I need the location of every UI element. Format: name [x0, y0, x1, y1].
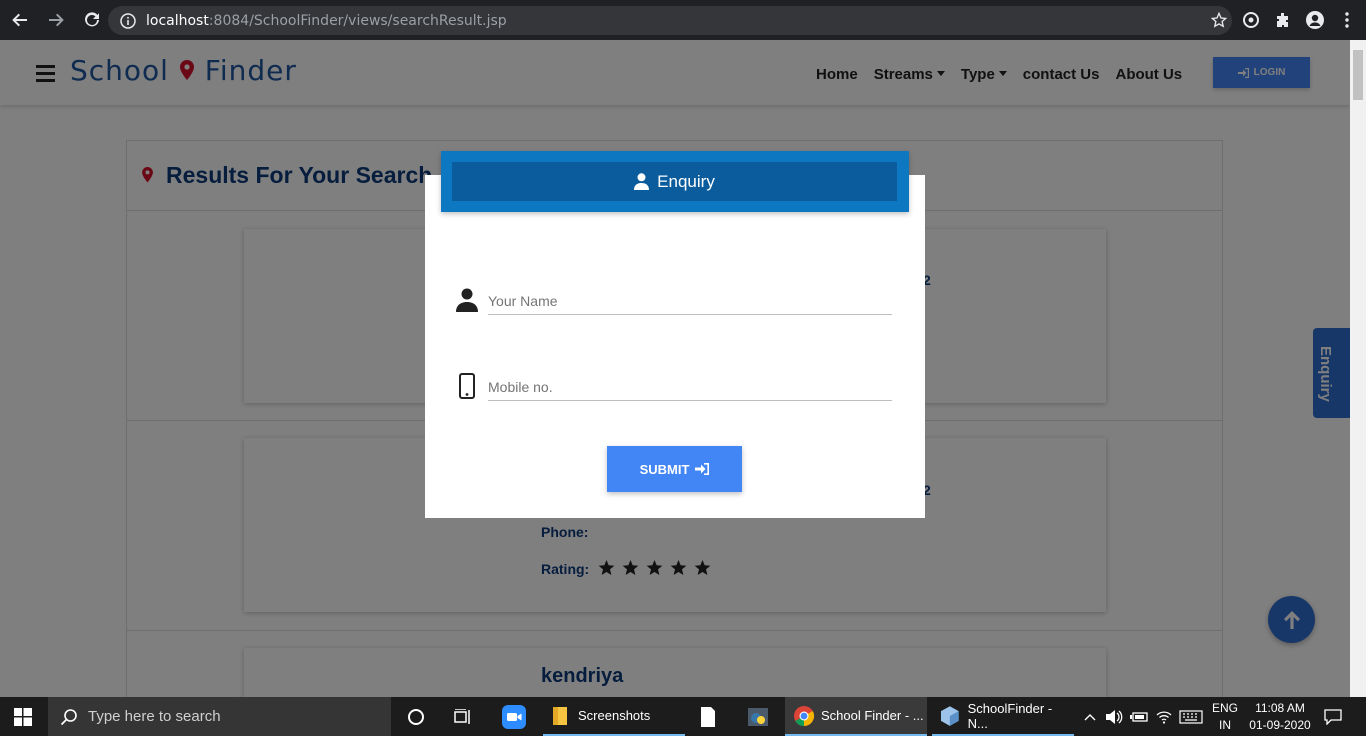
volume-icon[interactable]: [1105, 697, 1123, 736]
page-scrollbar[interactable]: [1350, 40, 1366, 697]
modal-title: Enquiry: [657, 171, 715, 191]
sign-in-icon: [695, 463, 710, 475]
clock-time: 11:08 AM: [1255, 700, 1305, 715]
submit-button[interactable]: SUBMIT: [607, 446, 742, 492]
page-viewport: School Finder Home Streams Type contact …: [0, 40, 1350, 697]
chrome-window-label: School Finder - ...: [821, 708, 924, 723]
zoom-app-icon[interactable]: [502, 697, 526, 736]
language-indicator[interactable]: ENG IN: [1212, 697, 1238, 736]
modal-header: Enquiry: [441, 151, 909, 212]
mobile-field-row: [455, 371, 892, 411]
windows-start-icon[interactable]: [14, 697, 32, 736]
name-field-row: [455, 285, 892, 325]
info-icon[interactable]: [120, 12, 136, 29]
search-icon: [60, 708, 77, 725]
name-input[interactable]: [488, 287, 892, 315]
file-icon[interactable]: [700, 697, 716, 736]
submit-label: SUBMIT: [639, 461, 690, 477]
extension-icon[interactable]: [1238, 7, 1264, 33]
taskbar-clock[interactable]: 11:08 AM 01-09-2020: [1249, 697, 1311, 736]
netbeans-window-label: SchoolFinder - N...: [967, 700, 1053, 731]
reload-icon[interactable]: [76, 4, 108, 36]
chrome-icon: [794, 705, 815, 726]
python-app-icon[interactable]: [747, 697, 769, 736]
url-text: localhost:8084/SchoolFinder/views/search…: [146, 12, 507, 29]
taskbar-search[interactable]: Type here to search: [48, 697, 391, 736]
language-top: ENG: [1212, 700, 1239, 715]
battery-icon[interactable]: [1130, 697, 1148, 736]
bookmark-star-icon[interactable]: [1206, 7, 1232, 33]
mobile-input[interactable]: [488, 373, 892, 401]
taskbar-screenshots-folder[interactable]: Screenshots: [543, 697, 685, 736]
task-view-icon[interactable]: [454, 697, 472, 736]
user-icon: [634, 173, 650, 190]
notification-icon[interactable]: [1324, 697, 1342, 736]
language-bottom: IN: [1219, 717, 1231, 732]
chevron-up-icon[interactable]: [1084, 697, 1096, 736]
keyboard-icon[interactable]: [1179, 697, 1203, 736]
taskbar-chrome-window[interactable]: School Finder - ...: [785, 697, 927, 736]
folder-icon: [553, 706, 567, 725]
puzzle-icon[interactable]: [1270, 7, 1296, 33]
taskbar-netbeans-window[interactable]: SchoolFinder - N...: [932, 697, 1074, 736]
browser-toolbar: localhost:8084/SchoolFinder/views/search…: [0, 0, 1366, 40]
back-icon[interactable]: [4, 4, 36, 36]
taskbar-search-placeholder: Type here to search: [88, 708, 221, 725]
windows-taskbar: Type here to search Screenshots School F…: [0, 697, 1366, 736]
user-icon: [455, 285, 479, 315]
enquiry-modal: Enquiry SUBMIT: [425, 151, 925, 518]
menu-dots-icon[interactable]: [1334, 7, 1360, 33]
wifi-icon[interactable]: [1156, 697, 1172, 736]
mobile-phone-icon: [455, 371, 479, 401]
modal-title-bar: Enquiry: [452, 162, 897, 201]
address-bar[interactable]: localhost:8084/SchoolFinder/views/search…: [108, 6, 1232, 35]
profile-icon[interactable]: [1302, 7, 1328, 33]
scrollbar-thumb[interactable]: [1353, 50, 1363, 100]
netbeans-icon: [940, 705, 959, 726]
screenshots-label: Screenshots: [578, 708, 651, 723]
clock-date: 01-09-2020: [1249, 717, 1311, 732]
forward-icon[interactable]: [40, 4, 72, 36]
cortana-icon[interactable]: [407, 697, 425, 736]
